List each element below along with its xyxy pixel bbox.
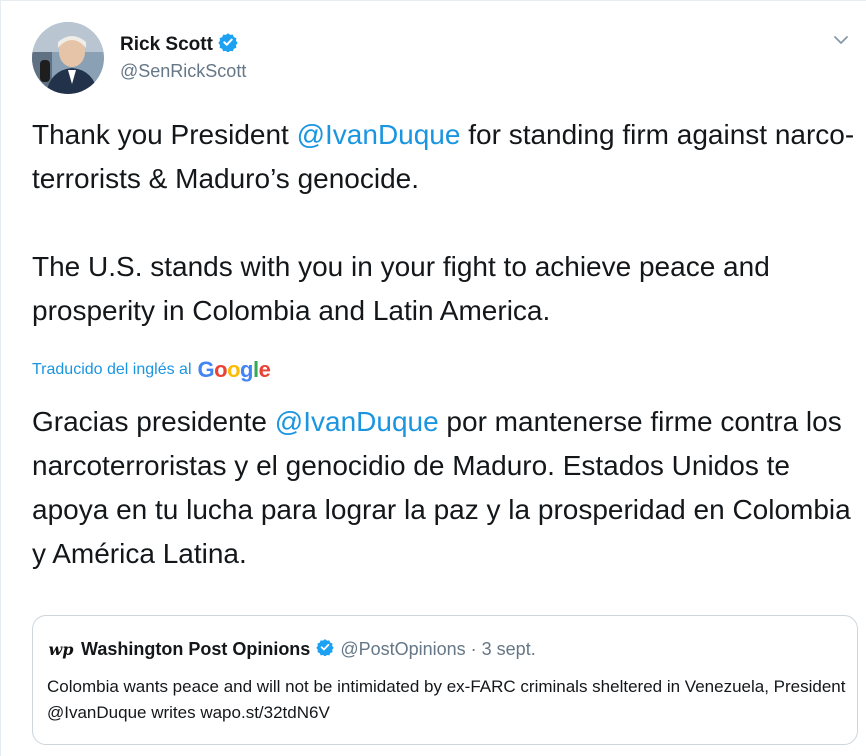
author-handle[interactable]: @SenRickScott — [120, 61, 246, 82]
translated-label: Traducido del inglés al — [32, 361, 192, 378]
tweet-text: Thank you President @IvanDuque for stand… — [32, 113, 862, 333]
chevron-down-icon[interactable] — [830, 29, 852, 51]
author-name[interactable]: Rick Scott — [120, 34, 213, 56]
quoted-handle-date[interactable]: @PostOpinions · 3 sept. — [340, 639, 535, 660]
verified-badge-icon — [316, 638, 335, 661]
mention-link-translated[interactable]: @IvanDuque — [275, 406, 439, 437]
verified-badge-icon — [218, 32, 238, 57]
quoted-tweet-header: wp Washington Post Opinions @PostOpinion… — [47, 638, 536, 661]
tweet-card: Rick Scott @SenRickScott Thank you Presi… — [0, 0, 866, 756]
washington-post-logo: wp — [48, 640, 74, 659]
author-name-row[interactable]: Rick Scott — [120, 32, 238, 57]
avatar-photo — [32, 22, 104, 94]
quoted-author-name[interactable]: Washington Post Opinions — [81, 639, 310, 660]
mention-link[interactable]: @IvanDuque — [297, 119, 461, 150]
tweet-paragraph-1: Thank you President @IvanDuque for stand… — [32, 119, 855, 194]
quoted-tweet[interactable]: wp Washington Post Opinions @PostOpinion… — [32, 615, 858, 745]
google-logo: Google — [197, 357, 271, 382]
tweet-paragraph-2: The U.S. stands with you in your fight t… — [32, 251, 770, 326]
avatar[interactable] — [32, 22, 104, 94]
translated-text: Gracias presidente @IvanDuque por manten… — [32, 406, 851, 569]
translation-attribution[interactable]: Traducido del inglés al Google — [32, 357, 271, 382]
quoted-tweet-text: Colombia wants peace and will not be int… — [47, 677, 846, 722]
